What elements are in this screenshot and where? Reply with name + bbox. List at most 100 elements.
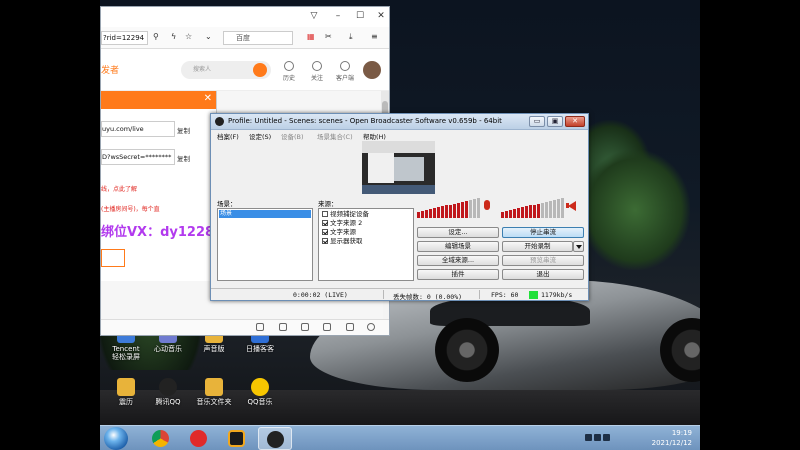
system-tray[interactable] — [585, 434, 621, 444]
source-item[interactable]: 视频捕捉设备 — [322, 210, 369, 219]
start-recording-button[interactable]: 开始录制 — [502, 241, 573, 252]
qq-icon — [159, 378, 177, 396]
meter-bar — [445, 205, 448, 218]
close-button[interactable]: ✕ — [565, 116, 585, 127]
desktop-icon[interactable]: 腾讯QQ — [142, 378, 194, 406]
search-engine-input[interactable]: 百度 — [223, 31, 293, 45]
site-search-placeholder: 搜索人 — [193, 66, 212, 73]
source-checkbox[interactable] — [322, 229, 328, 235]
source-item[interactable]: 显示器获取 — [322, 237, 363, 246]
desktop-volume-meter[interactable] — [501, 198, 565, 218]
source-name: 视频捕捉设备 — [330, 210, 369, 218]
maximize-button[interactable]: ▣ — [547, 116, 563, 127]
menu-scene-collection[interactable]: 场景集合(C) — [317, 131, 353, 141]
minimize-button[interactable]: ▭ — [529, 116, 545, 127]
taskbar-app-chrome[interactable] — [144, 427, 178, 450]
source-checkbox[interactable] — [322, 220, 328, 226]
maximize-button[interactable]: ☐ — [353, 10, 367, 23]
source-list[interactable]: 视频捕捉设备 文字来源 2 文字来源 显示器获取 — [318, 208, 414, 281]
taskbar-app-music[interactable] — [182, 427, 216, 450]
nav-history[interactable]: 历史 — [277, 61, 301, 82]
status-separator — [479, 290, 480, 299]
download-icon[interactable]: ⤓ — [349, 32, 353, 42]
lock-icon[interactable] — [323, 323, 331, 331]
menu-settings[interactable]: 设定(S) — [249, 131, 271, 141]
settings-button[interactable]: 设定... — [417, 227, 499, 238]
network-icon[interactable] — [585, 434, 592, 441]
close-icon[interactable]: ✕ — [204, 93, 212, 104]
close-button[interactable]: ✕ — [374, 10, 388, 23]
window-icon[interactable] — [279, 323, 287, 331]
skin-icon[interactable]: ▽ — [307, 10, 321, 23]
meter-bar — [529, 205, 532, 218]
search-engine-label: 百度 — [236, 34, 250, 42]
meter-bar — [465, 201, 468, 218]
help-link[interactable]: 线，点此了解 — [101, 184, 137, 193]
source-item[interactable]: 文字来源 2 — [322, 219, 362, 228]
bolt-icon[interactable]: ϟ — [171, 32, 176, 41]
sources-label: 来源： — [318, 200, 338, 208]
source-checkbox[interactable] — [322, 211, 328, 217]
chevron-down-icon[interactable]: ⌄ — [205, 32, 212, 41]
star-icon[interactable]: ☆ — [185, 32, 192, 41]
minimize-button[interactable]: – — [331, 10, 345, 23]
copy-key-button[interactable]: 复制 — [177, 153, 190, 163]
edit-scene-button[interactable]: 编辑场景 — [417, 241, 499, 252]
speaker-icon[interactable] — [568, 201, 576, 211]
tile-icon[interactable] — [346, 323, 354, 331]
search-icon[interactable] — [253, 63, 267, 77]
preview-stream-button[interactable]: 预览串流 — [502, 255, 584, 266]
nav-label: 客户端 — [335, 75, 354, 82]
menu-help[interactable]: 帮助(H) — [363, 131, 386, 141]
volume-icon[interactable] — [594, 434, 601, 441]
microphone-icon[interactable] — [484, 200, 490, 210]
site-brand[interactable]: 发者 — [101, 63, 119, 76]
recording-options-dropdown[interactable] — [573, 241, 584, 252]
copy-server-button[interactable]: 复制 — [177, 125, 190, 135]
exit-button[interactable]: 退出 — [502, 269, 584, 280]
scene-list[interactable]: 场景 — [217, 208, 313, 281]
obs-title-bar[interactable]: Profile: Untitled - Scenes: scenes - Ope… — [211, 114, 588, 130]
trash-icon[interactable] — [301, 323, 309, 331]
menu-icon[interactable]: ≡ — [371, 32, 378, 41]
taskbar-app-g[interactable] — [220, 427, 254, 450]
server-url-field[interactable]: uyu.com/live — [101, 121, 175, 137]
source-item[interactable]: 文字来源 — [322, 228, 356, 237]
clock[interactable]: 19:19 2021/12/12 — [652, 428, 692, 448]
monitor-icon[interactable] — [603, 434, 610, 441]
desktop-icon[interactable]: 音乐文件夹 — [188, 378, 240, 406]
taskbar-app-obs[interactable] — [258, 427, 292, 450]
stream-key-field[interactable]: D?wsSecret=******** — [101, 149, 175, 165]
rocket-icon[interactable] — [256, 323, 264, 331]
grid-icon[interactable]: ▦ — [307, 32, 315, 41]
site-search-input[interactable]: 搜索人 — [181, 61, 271, 79]
meter-bar — [501, 212, 504, 218]
nav-client[interactable]: 客户端 — [333, 61, 357, 82]
avatar[interactable] — [363, 61, 381, 79]
zoom-icon[interactable] — [367, 323, 375, 331]
scissors-icon[interactable]: ✂ — [325, 32, 332, 41]
source-name: 文字来源 — [330, 228, 356, 236]
meter-bar — [473, 199, 476, 218]
scene-item[interactable]: 场景 — [219, 210, 311, 218]
stop-stream-button[interactable]: 停止串流 — [502, 227, 584, 238]
nav-follow[interactable]: 关注 — [305, 61, 329, 82]
scenes-label: 场景： — [217, 200, 237, 208]
meter-bar — [525, 206, 528, 218]
start-button[interactable] — [104, 427, 128, 450]
url-input[interactable]: ?rid=12294 — [101, 31, 148, 45]
global-sources-button[interactable]: 全域来源... — [417, 255, 499, 266]
plugins-button[interactable]: 插件 — [417, 269, 499, 280]
menu-file[interactable]: 档案(F) — [217, 131, 239, 141]
desktop-icon[interactable]: QQ音乐 — [234, 378, 286, 406]
clock-icon — [284, 61, 294, 71]
source-checkbox[interactable] — [322, 238, 328, 244]
g-app-icon — [228, 430, 245, 447]
meter-bar — [513, 209, 516, 218]
browser-title-bar: ▽ – ☐ ✕ — [101, 7, 389, 27]
menu-devices[interactable]: 设备(B) — [281, 131, 304, 141]
mic-volume-meter[interactable] — [417, 198, 481, 218]
desktop-icon-label: 日播客客 — [246, 345, 274, 353]
dialog-input-box[interactable] — [101, 249, 125, 267]
search-icon[interactable]: ⚲ — [153, 32, 159, 41]
